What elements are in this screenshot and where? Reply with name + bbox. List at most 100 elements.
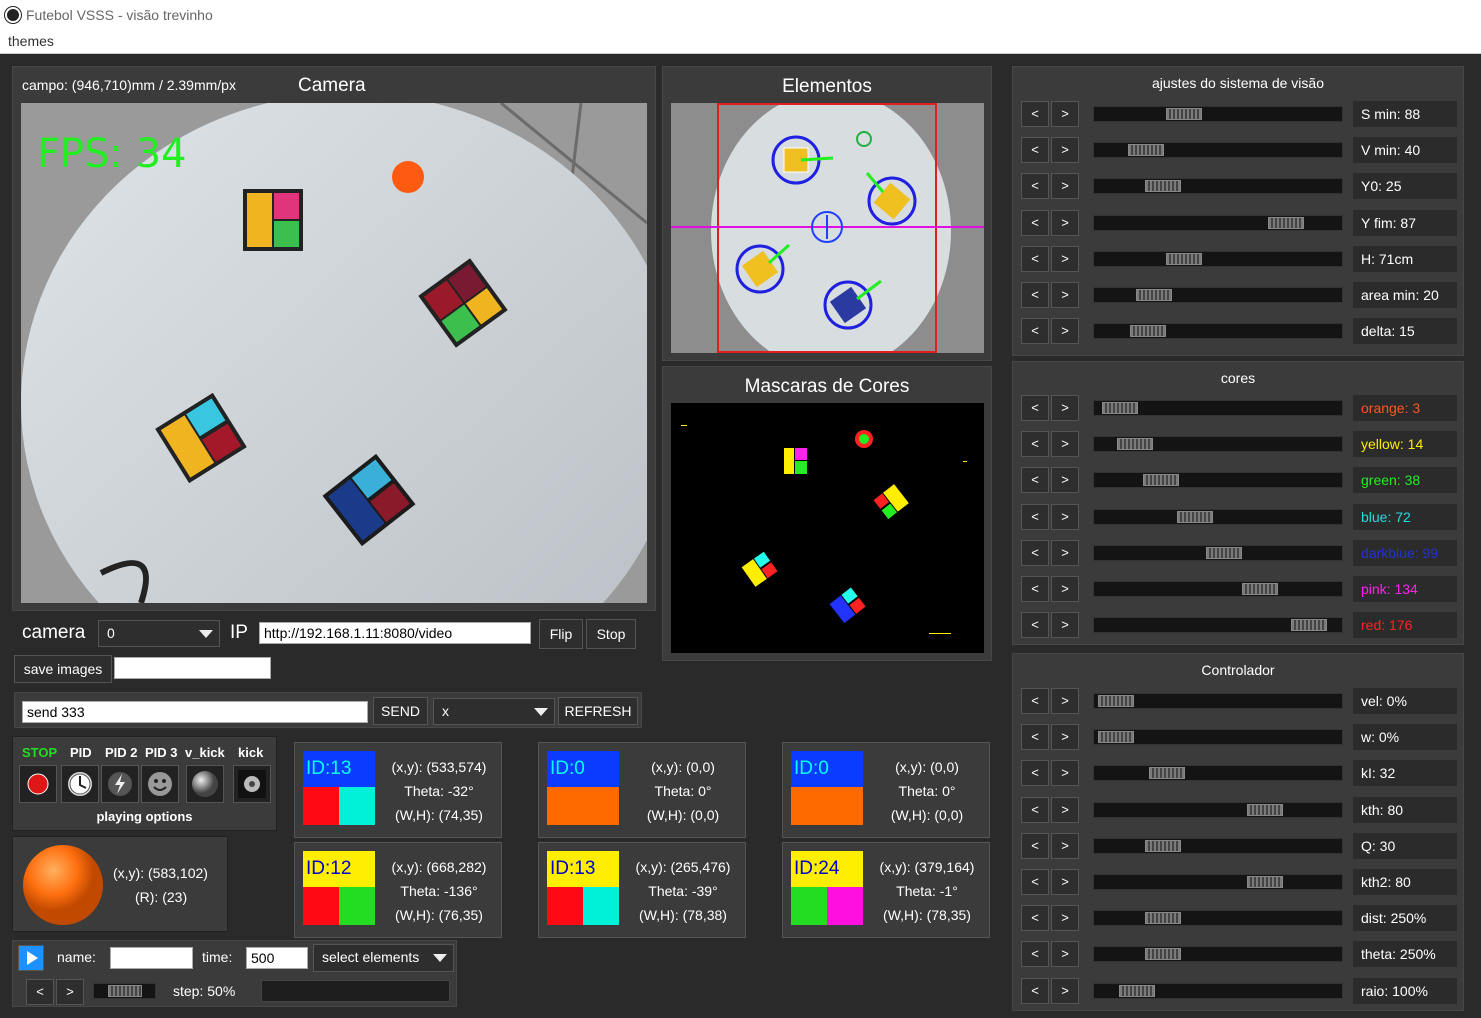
slider-handle[interactable] — [1142, 474, 1179, 487]
slider-track[interactable] — [1093, 106, 1343, 122]
decrease-button[interactable]: < — [1021, 977, 1049, 1004]
slider-track[interactable] — [1093, 581, 1343, 597]
increase-button[interactable]: > — [1051, 688, 1079, 714]
decrease-button[interactable]: < — [1021, 282, 1049, 308]
increase-button[interactable]: > — [1051, 576, 1079, 602]
kick-button[interactable] — [233, 765, 271, 803]
slider-handle[interactable] — [1144, 912, 1181, 925]
slider-track[interactable] — [1093, 472, 1343, 489]
increase-button[interactable]: > — [1051, 724, 1079, 751]
pid-button[interactable] — [61, 765, 99, 803]
decrease-button[interactable]: < — [1021, 688, 1049, 714]
time-input[interactable]: 500 — [246, 947, 308, 969]
increase-button[interactable]: > — [1051, 173, 1079, 200]
name-input[interactable] — [110, 947, 193, 969]
increase-button[interactable]: > — [1051, 796, 1079, 823]
decrease-button[interactable]: < — [1021, 503, 1049, 530]
slider-handle[interactable] — [1098, 695, 1135, 707]
menu-item-themes[interactable]: themes — [8, 33, 54, 49]
decrease-button[interactable]: < — [1021, 318, 1049, 345]
decrease-button[interactable]: < — [1021, 395, 1049, 421]
increase-button[interactable]: > — [1051, 467, 1079, 494]
slider-track[interactable] — [1093, 508, 1343, 525]
decrease-button[interactable]: < — [1021, 209, 1049, 236]
decrease-button[interactable]: < — [1021, 941, 1049, 968]
slider-handle[interactable] — [1144, 839, 1181, 852]
save-images-button[interactable]: save images — [14, 655, 112, 683]
vkick-button[interactable] — [186, 765, 224, 803]
slider-handle[interactable] — [1166, 252, 1203, 265]
decrease-button[interactable]: < — [1021, 832, 1049, 859]
increase-button[interactable]: > — [1051, 318, 1079, 345]
slider-handle[interactable] — [1102, 402, 1139, 414]
increase-button[interactable]: > — [1051, 101, 1079, 127]
slider-track[interactable] — [1093, 323, 1343, 340]
refresh-button[interactable]: REFRESH — [558, 697, 638, 725]
send-input[interactable]: send 333 — [22, 701, 368, 723]
decrease-button[interactable]: < — [1021, 173, 1049, 200]
increase-button[interactable]: > — [1051, 395, 1079, 421]
step-slider[interactable] — [93, 983, 156, 999]
slider-handle[interactable] — [1149, 767, 1186, 780]
select-elements-dropdown[interactable]: select elements — [313, 944, 454, 972]
slider-handle[interactable] — [1130, 325, 1167, 338]
decrease-button[interactable]: < — [1021, 137, 1049, 164]
target-select[interactable]: x — [433, 698, 555, 725]
camera-feed[interactable]: FPS: 34 — [21, 103, 647, 603]
increase-button[interactable]: > — [1051, 209, 1079, 236]
slider-track[interactable] — [1093, 400, 1343, 416]
slider-track[interactable] — [1093, 250, 1343, 267]
increase-button[interactable]: > — [1051, 869, 1079, 895]
slider-track[interactable] — [1093, 765, 1343, 782]
slider-handle[interactable] — [1119, 984, 1156, 997]
pid3-button[interactable] — [141, 765, 179, 803]
decrease-button[interactable]: < — [1021, 101, 1049, 127]
increase-button[interactable]: > — [1051, 503, 1079, 530]
stop-button[interactable]: Stop — [586, 619, 636, 649]
slider-handle[interactable] — [1144, 948, 1181, 961]
slider-track[interactable] — [1093, 910, 1343, 927]
decrease-button[interactable]: < — [1021, 539, 1049, 566]
increase-button[interactable]: > — [1051, 941, 1079, 968]
step-slider-handle[interactable] — [107, 985, 142, 997]
slider-handle[interactable] — [1291, 619, 1328, 632]
decrease-button[interactable]: < — [1021, 760, 1049, 787]
increase-button[interactable]: > — [1051, 977, 1079, 1004]
slider-track[interactable] — [1093, 874, 1343, 890]
slider-handle[interactable] — [1176, 510, 1213, 523]
increase-button[interactable]: > — [1051, 137, 1079, 164]
increase-button[interactable]: > — [1051, 905, 1079, 932]
decrease-button[interactable]: < — [1021, 576, 1049, 602]
slider-track[interactable] — [1093, 436, 1343, 453]
slider-handle[interactable] — [1144, 180, 1181, 193]
increase-button[interactable]: > — [1051, 760, 1079, 787]
decrease-button[interactable]: < — [1021, 245, 1049, 272]
play-button[interactable] — [18, 945, 44, 971]
increase-button[interactable]: > — [1051, 539, 1079, 566]
send-button[interactable]: SEND — [373, 697, 428, 725]
decrease-button[interactable]: < — [1021, 796, 1049, 823]
flip-button[interactable]: Flip — [539, 619, 583, 649]
slider-handle[interactable] — [1166, 108, 1203, 120]
decrease-button[interactable]: < — [1021, 612, 1049, 639]
increase-button[interactable]: > — [1051, 832, 1079, 859]
camera-select[interactable]: 0 — [98, 620, 220, 647]
increase-button[interactable]: > — [1051, 245, 1079, 272]
decrease-button[interactable]: < — [1021, 431, 1049, 458]
increase-button[interactable]: > — [1051, 282, 1079, 308]
pid2-button[interactable] — [101, 765, 139, 803]
slider-track[interactable] — [1093, 729, 1343, 746]
slider-handle[interactable] — [1242, 583, 1279, 595]
increase-button[interactable]: > — [1051, 431, 1079, 458]
slider-track[interactable] — [1093, 982, 1343, 999]
slider-track[interactable] — [1093, 801, 1343, 818]
slider-handle[interactable] — [1206, 546, 1243, 559]
slider-handle[interactable] — [1246, 803, 1283, 816]
decrease-button[interactable]: < — [1021, 467, 1049, 494]
step-prev-button[interactable]: < — [26, 979, 54, 1005]
slider-track[interactable] — [1093, 693, 1343, 709]
slider-track[interactable] — [1093, 214, 1343, 231]
slider-handle[interactable] — [1117, 438, 1154, 451]
slider-handle[interactable] — [1127, 144, 1164, 157]
ip-input[interactable]: http://192.168.1.11:8080/video — [259, 622, 531, 644]
